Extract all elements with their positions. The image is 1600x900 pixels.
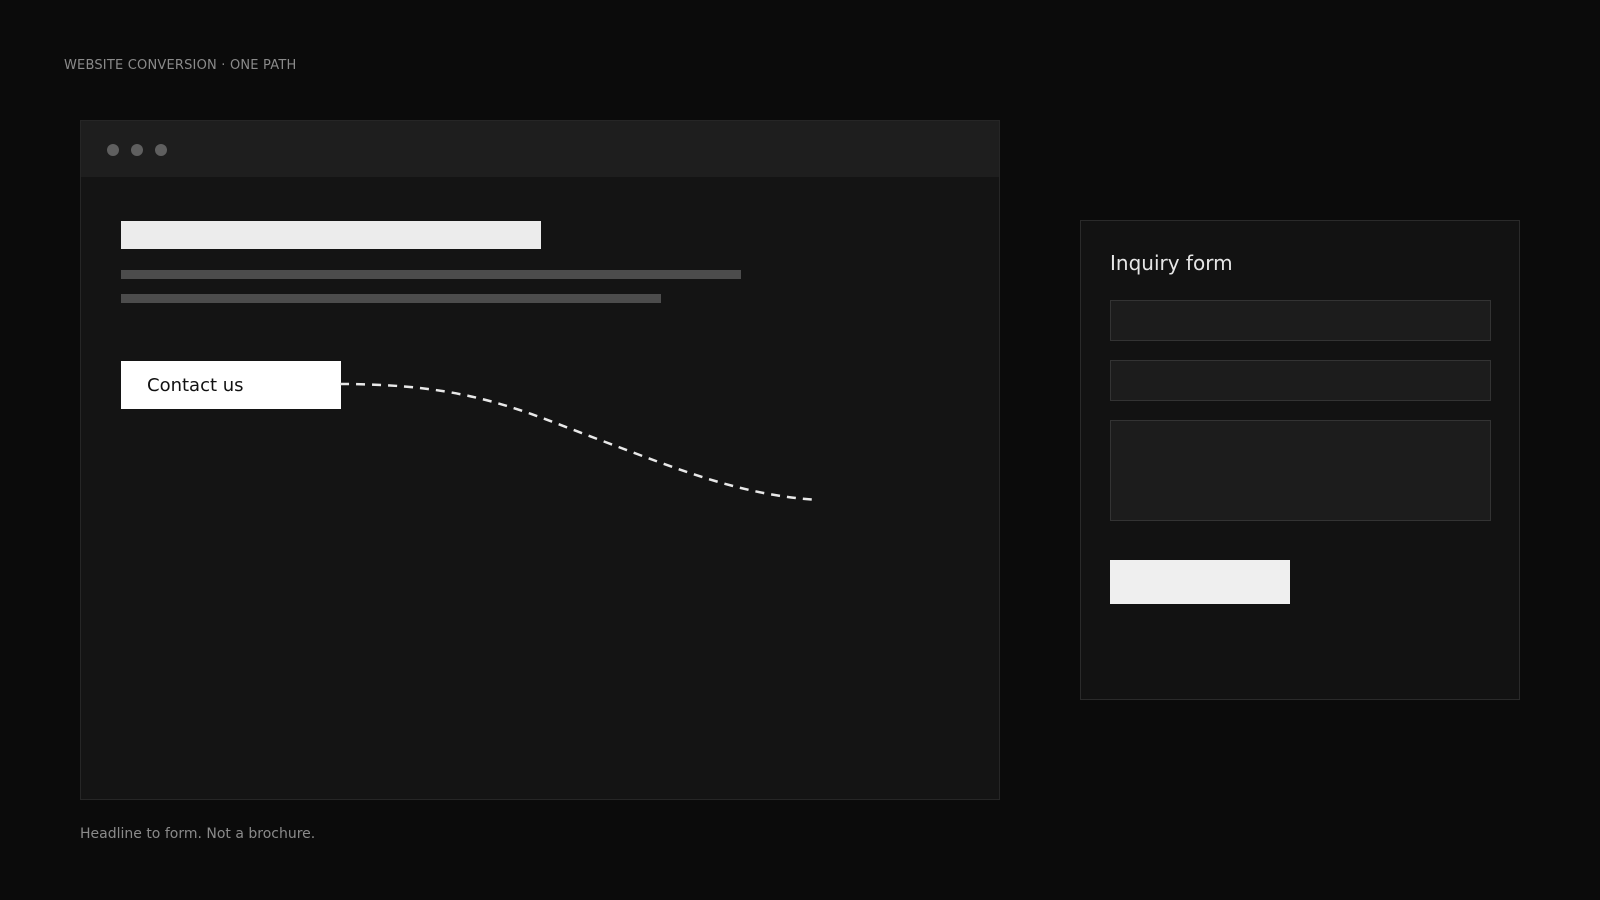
form-field-message[interactable] <box>1110 420 1491 521</box>
form-title: Inquiry form <box>1110 251 1233 275</box>
window-dot-icon <box>131 144 143 156</box>
window-dot-icon <box>107 144 119 156</box>
form-field-email[interactable] <box>1110 360 1491 401</box>
window-dot-icon <box>155 144 167 156</box>
body-text-placeholder <box>121 294 661 303</box>
slide-canvas: WEBSITE CONVERSION · ONE PATH Contact us… <box>0 0 1600 900</box>
browser-window-mockup: Contact us <box>80 120 1000 800</box>
contact-us-button[interactable]: Contact us <box>121 361 341 409</box>
body-text-placeholder <box>121 270 741 279</box>
form-field-name[interactable] <box>1110 300 1491 341</box>
eyebrow-label: WEBSITE CONVERSION · ONE PATH <box>64 58 297 73</box>
inquiry-form-panel: Inquiry form <box>1080 220 1520 700</box>
browser-title-bar <box>81 121 999 177</box>
footer-caption: Headline to form. Not a brochure. <box>80 826 316 842</box>
submit-button[interactable] <box>1110 560 1290 604</box>
headline-placeholder <box>121 221 541 249</box>
